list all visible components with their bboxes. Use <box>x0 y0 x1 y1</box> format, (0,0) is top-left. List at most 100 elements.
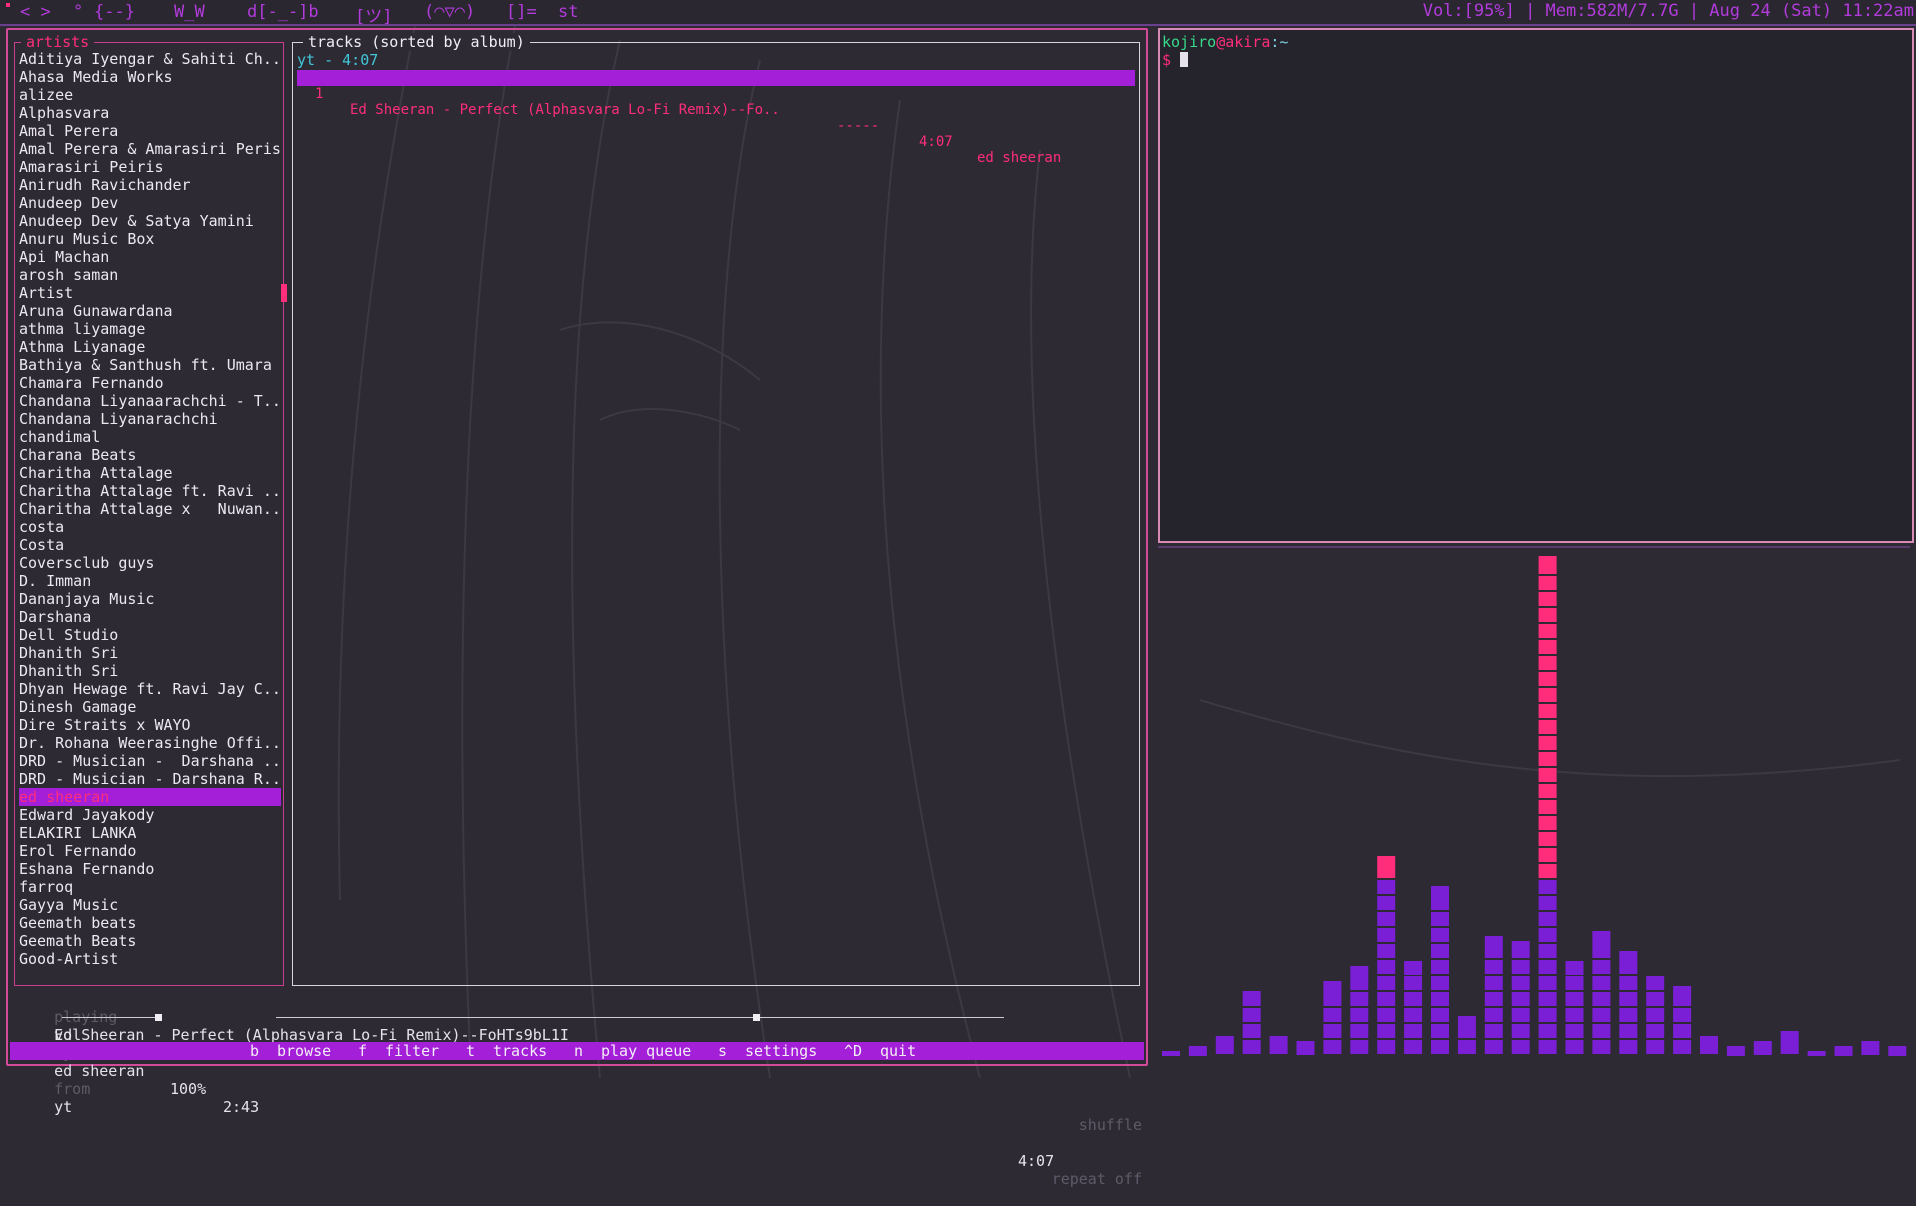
artist-item[interactable]: Erol Fernando <box>19 842 281 860</box>
artist-item[interactable]: Chandana Liyanarachchi <box>19 410 281 428</box>
terminal-prompt[interactable]: $ <box>1162 51 1189 69</box>
keybind-help-bar: b browse f filter t tracks n play queue s setting… <box>10 1042 1144 1060</box>
window-title[interactable]: st <box>558 2 578 22</box>
visualizer-bar-3 <box>1242 1008 1261 1022</box>
artist-item[interactable]: Aditiya Iyengar & Sahiti Ch.. <box>19 50 281 68</box>
artist-item[interactable]: Charitha Attalage x Nuwan.. <box>19 500 281 518</box>
artist-item[interactable]: Eshana Fernando <box>19 860 281 878</box>
artist-item[interactable]: DRD - Musician - Darshana .. <box>19 752 281 770</box>
workspace-tag-4[interactable]: W_W <box>174 2 205 22</box>
help-item-2[interactable]: tracks <box>493 1042 547 1060</box>
artist-item[interactable]: Charana Beats <box>19 446 281 464</box>
artist-item[interactable]: alizee <box>19 86 281 104</box>
visualizer-bar-16 <box>1592 960 1611 974</box>
help-item-1[interactable]: filter <box>385 1042 439 1060</box>
artist-item[interactable]: costa <box>19 518 281 536</box>
artist-item[interactable]: Dire Straits x WAYO <box>19 716 281 734</box>
artist-item[interactable]: ed sheeran <box>19 788 281 806</box>
artist-item[interactable]: chandimal <box>19 428 281 446</box>
artist-item[interactable]: Bathiya & Santhush ft. Umara <box>19 356 281 374</box>
shuffle-status[interactable]: shuffle <box>1079 1116 1142 1134</box>
workspace-tag-2[interactable]: ° <box>73 2 83 22</box>
artist-item[interactable]: Dr. Rohana Weerasinghe Offi.. <box>19 734 281 752</box>
artist-item[interactable]: Chamara Fernando <box>19 374 281 392</box>
visualizer-bar-8 <box>1377 896 1396 910</box>
artist-item[interactable]: Dinesh Gamage <box>19 698 281 716</box>
visualizer-bar-23 <box>1780 1031 1799 1040</box>
volume-slider[interactable] <box>62 1017 158 1018</box>
artist-item[interactable]: Amal Perera & Amarasiri Peris <box>19 140 281 158</box>
workspace-tag-1[interactable]: < > <box>20 2 51 22</box>
track-row[interactable]: 1 Ed Sheeran - Perfect (Alphasvara Lo-Fi… <box>297 70 1135 166</box>
artist-item[interactable]: Ahasa Media Works <box>19 68 281 86</box>
visualizer-bar-14 <box>1538 556 1557 560</box>
artist-item[interactable]: Anudeep Dev <box>19 194 281 212</box>
help-item-3[interactable]: play queue <box>601 1042 691 1060</box>
term-host: akira <box>1225 33 1271 51</box>
artist-item[interactable]: Coversclub guys <box>19 554 281 572</box>
track-duration: 4:07 <box>919 134 953 150</box>
artist-list[interactable]: Aditiya Iyengar & Sahiti Ch.. Ahasa Media… <box>19 50 281 968</box>
artist-item[interactable]: D. Imman <box>19 572 281 590</box>
artist-item[interactable]: arosh saman <box>19 266 281 284</box>
visualizer-bar-14 <box>1538 688 1557 702</box>
help-item-0[interactable]: browse <box>277 1042 331 1060</box>
repeat-status[interactable]: repeat off <box>1052 1170 1142 1188</box>
artist-item[interactable]: Dhanith Sri <box>19 662 281 680</box>
workspace-tag-7[interactable]: (◠▽◠) <box>424 2 475 22</box>
artist-item[interactable]: Dhyan Hewage ft. Ravi Jay C.. <box>19 680 281 698</box>
workspace-tag-8[interactable]: []= <box>506 2 537 22</box>
terminal-window[interactable]: kojiro@akira:~ $ <box>1158 28 1914 543</box>
visualizer-bar-18 <box>1646 976 1665 990</box>
visualizer-bar-16 <box>1592 1040 1611 1054</box>
artist-item[interactable]: Darshana <box>19 608 281 626</box>
artist-item[interactable]: Charitha Attalage ft. Ravi .. <box>19 482 281 500</box>
visualizer-bar-13 <box>1511 960 1530 974</box>
artist-item[interactable]: Dhanith Sri <box>19 644 281 662</box>
artist-item[interactable]: Anirudh Ravichander <box>19 176 281 194</box>
artist-item[interactable]: Artist <box>19 284 281 302</box>
artist-item[interactable]: Geemath beats <box>19 914 281 932</box>
artist-item[interactable]: Amal Perera <box>19 122 281 140</box>
artist-item[interactable]: Gayya Music <box>19 896 281 914</box>
artist-item[interactable]: Dell Studio <box>19 626 281 644</box>
visualizer-bar-12 <box>1484 936 1503 944</box>
artist-item[interactable]: DRD - Musician - Darshana R.. <box>19 770 281 788</box>
artist-item[interactable]: Athma Liyanage <box>19 338 281 356</box>
artist-item[interactable]: athma liyamage <box>19 320 281 338</box>
artists-panel: artists Aditiya Iyengar & Sahiti Ch.. Aha… <box>14 33 284 986</box>
artist-item[interactable]: Alphasvara <box>19 104 281 122</box>
artist-item[interactable]: Anudeep Dev & Satya Yamini <box>19 212 281 230</box>
artist-item[interactable]: Anuru Music Box <box>19 230 281 248</box>
artist-item[interactable]: Chandana Liyanaarachchi - T.. <box>19 392 281 410</box>
visualizer-bar-8 <box>1377 864 1396 878</box>
artist-item[interactable]: Edward Jayakody <box>19 806 281 824</box>
artist-item[interactable]: ELAKIRI LANKA <box>19 824 281 842</box>
volume-knob[interactable] <box>155 1014 162 1021</box>
workspace-tag-5[interactable]: d[-_-]b <box>247 2 319 22</box>
help-item-4[interactable]: settings <box>745 1042 817 1060</box>
visualizer-bar-14 <box>1538 992 1557 1006</box>
progress-knob[interactable] <box>753 1014 761 1021</box>
artist-item[interactable]: Amarasiri Peiris <box>19 158 281 176</box>
artist-item[interactable]: Charitha Attalage <box>19 464 281 482</box>
visualizer-bar-8 <box>1377 928 1396 942</box>
progress-bar[interactable] <box>276 1017 1004 1018</box>
track-artist: ed sheeran <box>977 150 1062 166</box>
artist-item[interactable]: Api Machan <box>19 248 281 266</box>
artist-item[interactable]: Dananjaya Music <box>19 590 281 608</box>
visualizer-bar-13 <box>1511 1008 1530 1022</box>
visualizer-bar-7 <box>1350 1008 1369 1022</box>
artist-item[interactable]: Geemath Beats <box>19 932 281 950</box>
artist-item[interactable]: Good-Artist <box>19 950 281 968</box>
help-item-5[interactable]: quit <box>880 1042 916 1060</box>
artist-scrollbar[interactable] <box>281 284 287 302</box>
artist-item[interactable]: Aruna Gunawardana <box>19 302 281 320</box>
workspace-tag-3[interactable]: {--} <box>94 2 135 22</box>
now-playing-line: playing Ed Sheeran - Perfect (Alphasvara… <box>18 990 1142 1134</box>
workspace-tag-6[interactable]: [ツ] <box>355 2 392 27</box>
artist-item[interactable]: farroq <box>19 878 281 896</box>
artist-item[interactable]: Costa <box>19 536 281 554</box>
prompt-symbol: $ <box>1162 51 1172 69</box>
visualizer-bar-19 <box>1673 986 1692 992</box>
